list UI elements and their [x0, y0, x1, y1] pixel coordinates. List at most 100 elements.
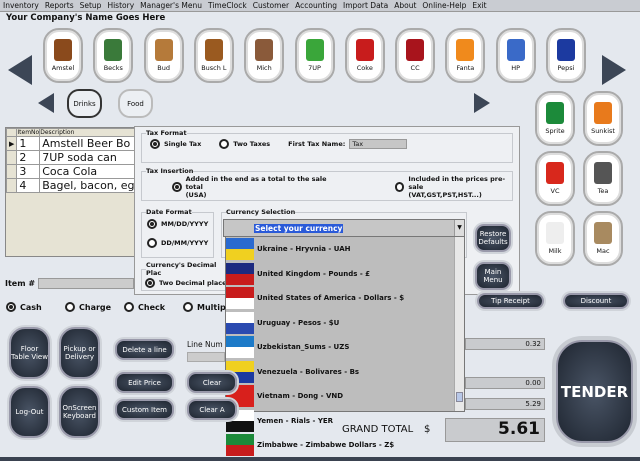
menu-item-import-data[interactable]: Import Data [343, 0, 388, 11]
currency-option[interactable]: United Kingdom - Pounds - £ [226, 262, 454, 287]
included-radio[interactable]: Included in the prices pre-sale (VAT,GST,… [394, 175, 512, 199]
menu-item-inventory[interactable]: Inventory [3, 0, 39, 11]
product-milk[interactable]: Milk [535, 211, 575, 266]
menu-item-reports[interactable]: Reports [45, 0, 74, 11]
main-menu-button[interactable]: Main Menu [475, 262, 511, 290]
prev-products-arrow-icon[interactable] [8, 55, 32, 85]
table-row[interactable]: 4 Bagel, bacon, eg [5, 178, 138, 193]
delete-line-button[interactable]: Delete a line [115, 339, 174, 360]
currency-option[interactable]: Venezuela - Bolivares - Bs [226, 360, 454, 385]
table-row[interactable]: 2 7UP soda can [5, 150, 138, 165]
product-label: Amstel [51, 64, 75, 72]
single-tax-radio[interactable]: Single Tax [150, 139, 201, 149]
dropdown-scrollbar[interactable] [454, 237, 464, 411]
product-label: VC [550, 187, 560, 195]
product-image-icon [406, 39, 425, 61]
line-number-input[interactable] [187, 352, 225, 362]
currency-option[interactable]: Ukraine - Hryvnia - UAH [226, 237, 454, 262]
clear-all-button[interactable]: Clear A [187, 399, 237, 420]
discount-button[interactable]: Discount [563, 293, 629, 309]
currency-option[interactable]: Vietnam - Dong - VND [226, 384, 454, 409]
restore-defaults-button[interactable]: Restore Defaults [475, 224, 511, 252]
currency-option[interactable]: Uzbekistan_Sums - UZS [226, 335, 454, 360]
product-7up[interactable]: 7UP [294, 28, 335, 83]
product-cc[interactable]: CC [395, 28, 436, 83]
product-becks[interactable]: Becks [93, 28, 134, 83]
product-label: CC [410, 64, 420, 72]
menu-item-customer[interactable]: Customer [253, 0, 289, 11]
currency-option-label: Venezuela - Bolivares - Bs [257, 367, 360, 376]
next-category-arrow-icon[interactable] [474, 93, 490, 113]
menu-item-timeclock[interactable]: TimeClock [208, 0, 247, 11]
col-itemno: ItemNo [16, 128, 41, 137]
col-description: Description [39, 128, 138, 137]
custom-item-button[interactable]: Custom Item [115, 399, 174, 420]
product-label: HP [511, 64, 521, 72]
mmdd-radio[interactable]: MM/DD/YYYY [147, 219, 208, 229]
currency-dropdown-list[interactable]: Ukraine - Hryvnia - UAH United Kingdom - … [225, 236, 465, 457]
total-value-3: 5.29 [465, 398, 545, 410]
product-mac[interactable]: Mac [583, 211, 623, 266]
payment-multip-radio[interactable]: Multip [183, 302, 242, 312]
company-name: Your Company's Name Goes Here [6, 13, 166, 23]
scrollbar-thumb[interactable] [456, 392, 463, 402]
product-mich[interactable]: Mich [244, 28, 285, 83]
product-vc[interactable]: VC [535, 151, 575, 206]
menu-item-accounting[interactable]: Accounting [295, 0, 337, 11]
menu-item-online-help[interactable]: Online-Help [422, 0, 466, 11]
menu-item-about[interactable]: About [394, 0, 416, 11]
edit-price-button[interactable]: Edit Price [115, 372, 174, 393]
next-products-arrow-icon[interactable] [602, 55, 626, 85]
two-taxes-radio[interactable]: Two Taxes [219, 139, 270, 149]
menu-item-manager-s-menu[interactable]: Manager's Menu [140, 0, 202, 11]
first-tax-name-input[interactable]: Tax [349, 139, 408, 149]
currency-option[interactable]: Yemen - Rials - YER [226, 409, 454, 434]
product-busch-l[interactable]: Busch L [193, 28, 234, 83]
product-sunkist[interactable]: Sunkist [583, 91, 623, 146]
product-amstel[interactable]: Amstel [43, 28, 83, 83]
payment-cash-radio[interactable]: Cash [6, 302, 65, 312]
product-coke[interactable]: Coke [344, 28, 385, 83]
currency-option[interactable]: Zimbabwe - Zimbabwe Dollars - Z$ [226, 433, 454, 458]
category-drinks[interactable]: Drinks [67, 89, 102, 118]
order-grid[interactable]: ItemNo Description ▶ 1 Amstell Beer Bo 2 7UP … [5, 127, 138, 257]
product-image-icon [506, 39, 525, 61]
flag-icon [226, 434, 254, 457]
product-hp[interactable]: HP [495, 28, 536, 83]
product-tea[interactable]: Tea [583, 151, 623, 206]
currency-option[interactable]: United States of America - Dollars - $ [226, 286, 454, 311]
menu-item-setup[interactable]: Setup [80, 0, 102, 11]
cell-itemno: 3 [16, 164, 41, 179]
tender-button[interactable]: TENDER [556, 340, 633, 443]
product-label: Busch L [201, 64, 227, 72]
product-label: Mich [256, 64, 272, 72]
cell-description: Bagel, bacon, eg [39, 178, 138, 193]
menu-item-history[interactable]: History [107, 0, 134, 11]
payment-check-radio[interactable]: Check [124, 302, 183, 312]
prev-category-arrow-icon[interactable] [38, 93, 54, 113]
flag-icon [226, 311, 254, 334]
onscreen-keyboard-button[interactable]: OnScreen Keyboard [59, 386, 100, 438]
dropdown-arrow-icon[interactable]: ▼ [454, 220, 464, 236]
table-row[interactable]: 3 Coca Cola [5, 164, 138, 179]
pickup-delivery-button[interactable]: Pickup or Delivery [59, 327, 100, 379]
ddmm-radio[interactable]: DD/MM/YYYY [147, 238, 208, 248]
product-fanta[interactable]: Fanta [445, 28, 486, 83]
currency-option-label: Vietnam - Dong - VND [257, 392, 344, 401]
product-bud[interactable]: Bud [143, 28, 184, 83]
clear-button[interactable]: Clear [187, 372, 237, 393]
product-pepsi[interactable]: Pepsi [546, 28, 586, 83]
currency-option[interactable]: Uruguay - Pesos - $U [226, 311, 454, 336]
payment-charge-radio[interactable]: Charge [65, 302, 124, 312]
menu-item-exit[interactable]: Exit [472, 0, 486, 11]
two-decimal-radio[interactable]: Two Decimal place [145, 278, 227, 288]
currency-select[interactable]: Select your currency ▼ [223, 219, 465, 237]
log-out-button[interactable]: Log-Out [9, 386, 50, 438]
tip-receipt-button[interactable]: Tip Receipt [477, 293, 544, 309]
table-row[interactable]: ▶ 1 Amstell Beer Bo [5, 136, 138, 151]
product-sprite[interactable]: Sprite [535, 91, 575, 146]
item-number-input[interactable] [38, 278, 134, 289]
added-end-radio[interactable]: Added in the end as a total to the sale … [172, 175, 335, 199]
floor-table-view-button[interactable]: Floor Table View [9, 327, 50, 379]
category-food[interactable]: Food [118, 89, 153, 118]
